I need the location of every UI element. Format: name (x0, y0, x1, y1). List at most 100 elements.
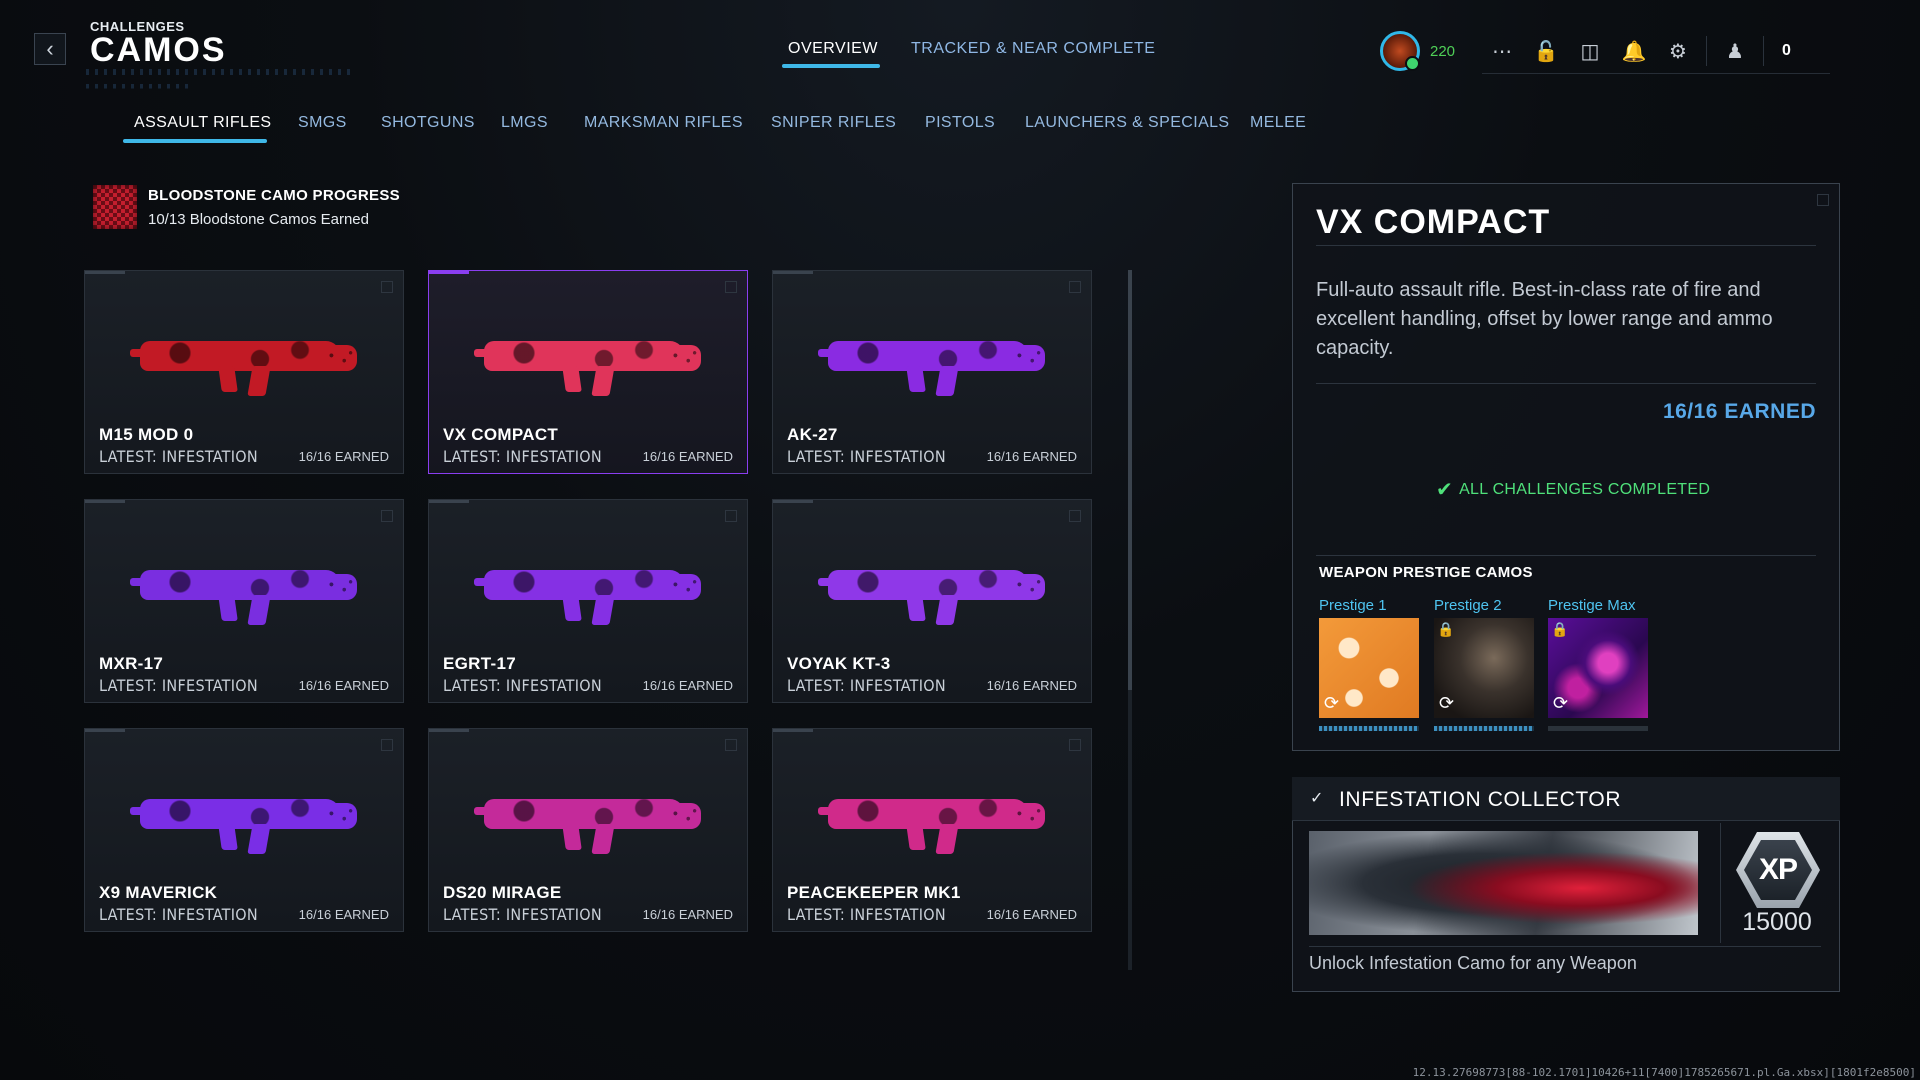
toolbar-divider (1706, 36, 1707, 66)
category-shotguns[interactable]: SHOTGUNS (381, 114, 475, 132)
card-corner-mark (1069, 510, 1081, 522)
weapon-earned-count: 16/16 EARNED (986, 907, 1077, 922)
weapon-grip-shape (591, 824, 615, 854)
bloodstone-camo-icon (93, 185, 137, 229)
unlock-icon[interactable]: 🔓 (1524, 29, 1568, 73)
weapon-card[interactable]: EGRT-17 LATEST: INFESTATION 16/16 EARNED (428, 499, 748, 703)
card-indicator (429, 500, 469, 503)
weapon-stock-shape (325, 345, 357, 371)
card-indicator (85, 271, 125, 274)
weapon-earned-count: 16/16 EARNED (986, 449, 1077, 464)
rotate-icon: ⟳ (1324, 693, 1340, 713)
weapon-grip-shape (935, 824, 959, 854)
category-sniper-rifles[interactable]: SNIPER RIFLES (771, 114, 896, 132)
weapon-body-shape (140, 341, 340, 371)
card-corner-mark (381, 281, 393, 293)
weapon-stock-shape (1013, 803, 1045, 829)
category-lmgs[interactable]: LMGS (501, 114, 548, 132)
prestige-2-camo[interactable]: 🔒 ⟳ (1434, 618, 1534, 718)
id-card-icon[interactable]: ◫ (1568, 29, 1612, 73)
category-melee[interactable]: MELEE (1250, 114, 1306, 132)
prestige-2-progress (1434, 726, 1534, 731)
weapon-name: MXR-17 (99, 654, 164, 673)
divider (1309, 946, 1821, 947)
build-version-string: 12.13.27698773[88-102.1701]10426+11[7400… (1412, 1066, 1916, 1079)
weapon-body-shape (828, 341, 1028, 371)
divider (1316, 245, 1816, 246)
weapon-name: EGRT-17 (443, 654, 516, 673)
rotate-icon: ⟳ (1553, 693, 1569, 713)
card-indicator (429, 729, 469, 732)
weapon-name: PEACEKEEPER MK1 (787, 883, 961, 902)
back-button[interactable]: ‹ (34, 33, 66, 65)
weapon-card[interactable]: AK-27 LATEST: INFESTATION 16/16 EARNED (772, 270, 1092, 474)
weapon-body-shape (484, 570, 684, 600)
weapon-grip-shape (935, 595, 959, 625)
card-corner-mark (1069, 739, 1081, 751)
weapon-body-shape (828, 799, 1028, 829)
weapon-name: M15 MOD 0 (99, 425, 194, 444)
weapon-stock-shape (325, 574, 357, 600)
completion-status: ✔ ALL CHALLENGES COMPLETED (1436, 477, 1710, 502)
card-indicator (85, 729, 125, 732)
weapon-stock-shape (1013, 574, 1045, 600)
grid-scrollbar-thumb[interactable] (1128, 270, 1132, 690)
weapon-name: AK-27 (787, 425, 838, 444)
completion-status-label: ALL CHALLENGES COMPLETED (1459, 480, 1711, 498)
category-marksman-rifles[interactable]: MARKSMAN RIFLES (584, 114, 743, 132)
weapon-earned-count: 16/16 EARNED (298, 678, 389, 693)
card-corner-mark (381, 510, 393, 522)
weapon-stock-shape (669, 345, 701, 371)
category-pistols[interactable]: PISTOLS (925, 114, 995, 132)
category-assault-rifles[interactable]: ASSAULT RIFLES (134, 114, 272, 132)
weapon-card[interactable]: VOYAK KT-3 LATEST: INFESTATION 16/16 EARNE… (772, 499, 1092, 703)
tab-overview[interactable]: OVERVIEW (788, 40, 878, 58)
weapon-earned-count: 16/16 EARNED (298, 907, 389, 922)
weapon-latest-camo: LATEST: INFESTATION (99, 447, 258, 466)
card-corner-mark (725, 281, 737, 293)
prestige-max-camo[interactable]: 🔒 ⟳ (1548, 618, 1648, 718)
category-launchers-specials[interactable]: LAUNCHERS & SPECIALS (1025, 114, 1230, 132)
card-indicator (429, 271, 469, 274)
player-level: 220 (1430, 42, 1456, 60)
weapon-grip-shape (247, 824, 271, 854)
category-smgs[interactable]: SMGS (298, 114, 347, 132)
weapon-image (474, 540, 704, 635)
weapon-body-shape (140, 570, 340, 600)
weapon-body-shape (484, 341, 684, 371)
weapon-card[interactable]: M15 MOD 0 LATEST: INFESTATION 16/16 EARNED (84, 270, 404, 474)
bell-icon[interactable]: 🔔 (1612, 29, 1656, 73)
card-corner-mark (725, 739, 737, 751)
weapon-body-shape (140, 799, 340, 829)
weapon-name: DS20 MIRAGE (443, 883, 562, 902)
prestige-1-camo[interactable]: ⟳ (1319, 618, 1419, 718)
tab-tracked-near-complete[interactable]: TRACKED & NEAR COMPLETE (911, 40, 1155, 58)
card-indicator (773, 271, 813, 274)
weapon-grip-shape (591, 366, 615, 396)
weapon-image (474, 311, 704, 406)
weapon-image (130, 769, 360, 864)
squad-icon[interactable]: ♟ (1713, 29, 1757, 73)
weapon-card[interactable]: DS20 MIRAGE LATEST: INFESTATION 16/16 EARN… (428, 728, 748, 932)
infestation-camo-image (1309, 831, 1698, 935)
weapon-card[interactable]: MXR-17 LATEST: INFESTATION 16/16 EARNED (84, 499, 404, 703)
divider (1720, 823, 1721, 943)
weapon-image (474, 769, 704, 864)
apps-grid-icon[interactable]: ⋯ (1480, 29, 1524, 73)
card-corner-mark (1069, 281, 1081, 293)
weapon-card[interactable]: X9 MAVERICK LATEST: INFESTATION 16/16 EARN… (84, 728, 404, 932)
currency-count: 0 (1782, 42, 1791, 59)
weapon-earned-count: 16/16 EARNED (986, 678, 1077, 693)
card-indicator (85, 500, 125, 503)
player-emblem[interactable] (1380, 31, 1420, 71)
weapon-card[interactable]: PEACEKEEPER MK1 LATEST: INFESTATION 16/16 … (772, 728, 1092, 932)
weapon-stock-shape (325, 803, 357, 829)
gear-icon[interactable]: ⚙ (1656, 29, 1700, 73)
card-indicator (773, 729, 813, 732)
prestige-1-progress (1319, 726, 1419, 731)
card-corner-mark (725, 510, 737, 522)
xp-reward-value: 15000 (1742, 908, 1812, 936)
weapon-card[interactable]: VX COMPACT LATEST: INFESTATION 16/16 EARNE… (428, 270, 748, 474)
collector-description: Unlock Infestation Camo for any Weapon (1309, 953, 1637, 973)
weapon-stock-shape (1013, 345, 1045, 371)
